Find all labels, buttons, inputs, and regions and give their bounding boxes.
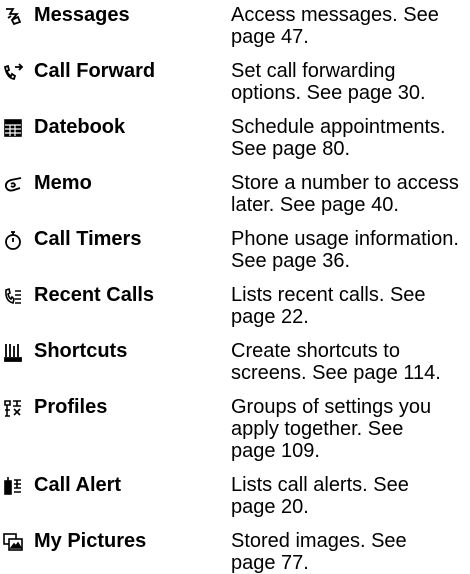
menu-item-name: Call Alert xyxy=(34,474,122,496)
menu-item-name: Shortcuts xyxy=(34,340,128,362)
call-forward-icon xyxy=(2,61,24,83)
description-line: Lists recent calls. See xyxy=(231,284,426,306)
menu-item-name: Datebook xyxy=(34,116,126,138)
menu-item-description: Phone usage information. See page 36. xyxy=(231,228,468,272)
menu-item-description: Access messages. See page 47. xyxy=(231,4,468,48)
menu-item-description: Lists recent calls. See page 22. xyxy=(231,284,468,328)
description-line: Stored images. See xyxy=(231,530,407,552)
description-line: options. See page 30. xyxy=(231,82,426,104)
description-line: page 20. xyxy=(231,496,309,518)
menu-item-name: Recent Calls xyxy=(34,284,155,306)
description-line: page 47. xyxy=(231,26,309,48)
recent-calls-icon xyxy=(2,285,24,307)
menu-item-name: Call Forward xyxy=(34,60,156,82)
description-line: Access messages. See xyxy=(231,4,439,26)
profiles-icon xyxy=(2,397,24,419)
messages-icon xyxy=(2,5,24,27)
menu-item-name: Messages xyxy=(34,4,130,26)
description-line: See page 80. xyxy=(231,138,350,160)
shortcuts-icon xyxy=(2,341,24,363)
call-alert-icon xyxy=(2,475,24,497)
description-line: apply together. See xyxy=(231,418,404,440)
menu-item-description: Lists call alerts. See page 20. xyxy=(231,474,468,518)
description-line: page 22. xyxy=(231,306,309,328)
menu-item-description: Schedule appointments. See page 80. xyxy=(231,116,468,160)
my-pictures-icon xyxy=(2,531,24,553)
datebook-icon xyxy=(2,117,24,139)
description-line: screens. See page 114. xyxy=(231,362,441,384)
description-line: Schedule appointments. xyxy=(231,116,446,138)
menu-item-description: Create shortcuts to screens. See page 11… xyxy=(231,340,468,384)
description-line: See page 36. xyxy=(231,250,350,272)
description-line: Lists call alerts. See xyxy=(231,474,409,496)
description-line: Set call forwarding xyxy=(231,60,396,82)
description-line: page 77. xyxy=(231,552,309,574)
menu-item-description: Stored images. See page 77. xyxy=(231,530,468,574)
menu-item-name: Call Timers xyxy=(34,228,142,250)
menu-item-description: Store a number to access later. See page… xyxy=(231,172,468,216)
description-line: later. See page 40. xyxy=(231,194,399,216)
menu-item-name: Profiles xyxy=(34,396,108,418)
call-timers-icon xyxy=(2,229,24,251)
menu-item-description: Set call forwarding options. See page 30… xyxy=(231,60,468,104)
memo-icon xyxy=(2,173,24,195)
description-line: page 109. xyxy=(231,440,320,462)
description-line: Store a number to access xyxy=(231,172,459,194)
menu-item-name: My Pictures xyxy=(34,530,147,552)
menu-item-name: Memo xyxy=(34,172,92,194)
description-line: Groups of settings you xyxy=(231,396,432,418)
description-line: Phone usage information. xyxy=(231,228,459,250)
menu-item-description: Groups of settings you apply together. S… xyxy=(231,396,468,462)
description-line: Create shortcuts to xyxy=(231,340,400,362)
